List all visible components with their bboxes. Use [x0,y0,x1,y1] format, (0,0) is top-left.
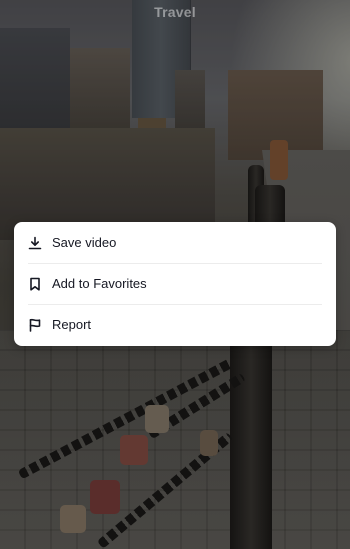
page-title: Travel [154,4,196,20]
download-icon [28,236,42,250]
add-to-favorites-button[interactable]: Add to Favorites [14,263,336,304]
report-button[interactable]: Report [14,304,336,345]
flag-icon [28,318,42,332]
action-menu: Save video Add to Favorites Report [14,222,336,346]
bookmark-icon [28,277,42,291]
report-label: Report [52,317,92,332]
add-to-favorites-label: Add to Favorites [52,276,147,291]
save-video-button[interactable]: Save video [14,222,336,263]
save-video-label: Save video [52,235,117,250]
